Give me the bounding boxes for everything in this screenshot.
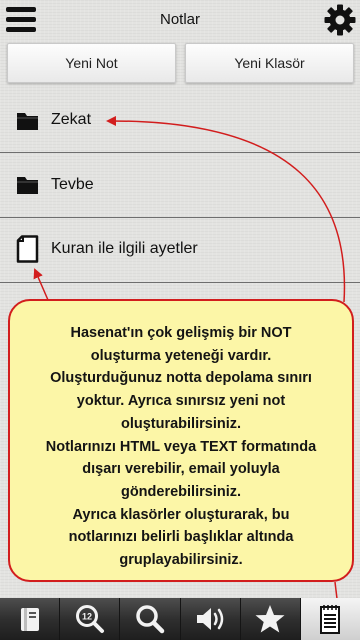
tooltip-text: Hasenat'ın çok gelişmiş bir NOT oluşturm… xyxy=(45,325,317,569)
folder-icon xyxy=(16,172,40,196)
speaker-icon xyxy=(197,608,224,630)
bottom-tab-bar: 12 xyxy=(0,598,360,640)
top-bar: Notlar xyxy=(0,0,360,40)
star-icon xyxy=(255,605,285,633)
new-note-button[interactable]: Yeni Not xyxy=(7,43,176,83)
gear-icon[interactable] xyxy=(323,3,357,37)
tab-book[interactable] xyxy=(0,598,61,640)
info-tooltip: Hasenat'ın çok gelişmiş bir NOT oluşturm… xyxy=(8,299,354,582)
search-icon xyxy=(136,605,165,634)
numbered-search-icon: 12 xyxy=(75,605,104,633)
tab-badge-number: 12 xyxy=(82,612,92,622)
tab-favorites[interactable] xyxy=(241,598,301,640)
folder-icon xyxy=(16,108,40,132)
list-item-label: Kuran ile ilgili ayetler xyxy=(51,240,198,257)
new-folder-button[interactable]: Yeni Klasör xyxy=(185,43,354,83)
page-title: Notlar xyxy=(159,11,200,28)
tab-search[interactable] xyxy=(120,598,181,640)
note-file-icon xyxy=(16,235,40,263)
list-item-label: Zekat xyxy=(51,111,92,128)
list-item-note[interactable]: Kuran ile ilgili ayetler xyxy=(0,218,360,283)
notepad-icon xyxy=(320,605,341,634)
tab-notes[interactable] xyxy=(300,598,360,640)
list-item-label: Tevbe xyxy=(51,176,94,193)
list-item-folder[interactable]: Zekat xyxy=(0,88,360,153)
book-icon xyxy=(20,608,39,631)
tab-audio[interactable] xyxy=(181,598,241,640)
list-item-folder[interactable]: Tevbe xyxy=(0,153,360,218)
tab-verse-search[interactable]: 12 xyxy=(60,598,121,640)
